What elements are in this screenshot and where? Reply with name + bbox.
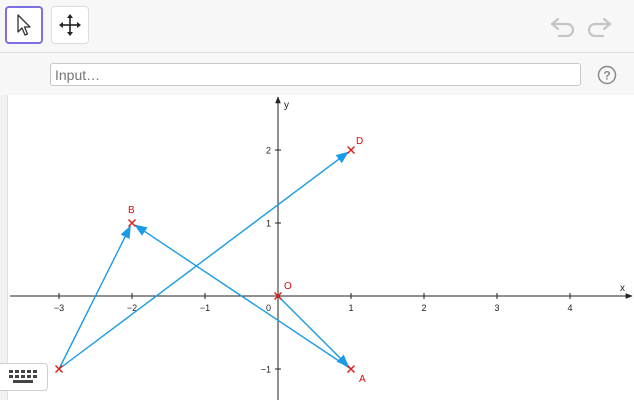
origin-tick-label: 0 bbox=[266, 303, 271, 313]
x-tick-label: 3 bbox=[494, 303, 499, 313]
undo-button[interactable] bbox=[548, 12, 578, 40]
y-tick-label: 1 bbox=[266, 219, 271, 229]
vector bbox=[58, 151, 349, 370]
toolbar bbox=[0, 0, 634, 52]
point-label: O bbox=[284, 281, 292, 292]
point-label: A bbox=[359, 374, 366, 385]
help-button[interactable]: ? bbox=[597, 65, 617, 85]
input-field[interactable] bbox=[50, 63, 581, 86]
view-edge-handle[interactable] bbox=[0, 95, 8, 400]
move-tool-button[interactable] bbox=[5, 6, 43, 44]
redo-icon bbox=[587, 17, 612, 37]
point-marker[interactable] bbox=[346, 364, 356, 374]
help-icon: ? bbox=[597, 65, 617, 85]
y-tick-label: −1 bbox=[261, 365, 271, 375]
keyboard-icon bbox=[8, 370, 37, 383]
graphics-view[interactable]: x y −3 −2 −1 1 2 3 4 −1 1 2 0 O A B D bbox=[0, 95, 634, 400]
move-arrows-icon bbox=[59, 14, 81, 36]
vector bbox=[134, 224, 352, 370]
point-label: B bbox=[128, 205, 135, 216]
undo-icon bbox=[550, 17, 575, 37]
x-tick-label: 1 bbox=[348, 303, 353, 313]
keyboard-toggle-button[interactable] bbox=[0, 363, 48, 391]
coordinate-plane[interactable]: xy−3 −2 −1 1 2 3 4−1120OABD bbox=[0, 95, 634, 400]
svg-text:?: ? bbox=[603, 69, 610, 83]
x-tick-label: 2 bbox=[421, 303, 426, 313]
x-tick-label: −3 bbox=[54, 303, 64, 313]
cursor-arrow-icon bbox=[17, 14, 31, 36]
y-tick-label: 2 bbox=[266, 146, 271, 156]
x-tick-label: 4 bbox=[567, 303, 572, 313]
move-graphics-view-button[interactable] bbox=[51, 6, 89, 44]
y-axis-label: y bbox=[284, 100, 289, 111]
x-axis-label: x bbox=[620, 283, 625, 294]
x-tick-label: −1 bbox=[200, 303, 210, 313]
redo-button[interactable] bbox=[584, 12, 614, 40]
point-marker[interactable] bbox=[54, 364, 64, 374]
point-marker[interactable] bbox=[346, 145, 356, 155]
vector bbox=[58, 225, 131, 370]
point-marker[interactable] bbox=[127, 218, 137, 228]
vector bbox=[277, 295, 350, 368]
point-label: D bbox=[356, 136, 363, 147]
